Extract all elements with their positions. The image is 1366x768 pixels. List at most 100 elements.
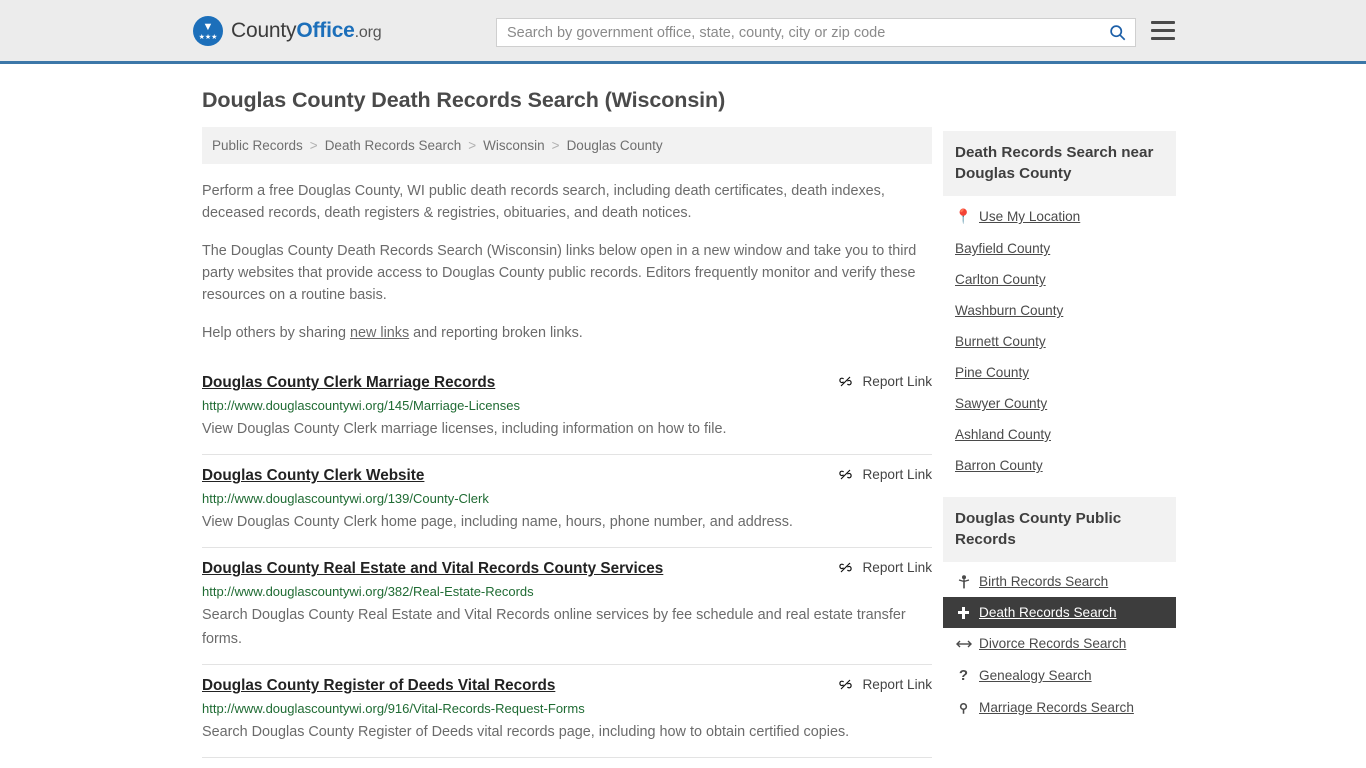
sidebar-item-divorce-records-search[interactable]: Divorce Records Search xyxy=(943,628,1176,659)
sidebar-link[interactable]: Ashland County xyxy=(955,427,1051,442)
sidebar-item-birth-records-search[interactable]: Birth Records Search xyxy=(943,566,1176,597)
logo-text-county: County xyxy=(231,18,297,42)
report-link-label: Report Link xyxy=(862,560,932,575)
sidebar-item-death-records-search[interactable]: Death Records Search xyxy=(943,597,1176,628)
report-link-label: Report Link xyxy=(862,677,932,692)
result-title-link[interactable]: Douglas County Real Estate and Vital Rec… xyxy=(202,560,663,578)
result-description: View Douglas County Clerk home page, inc… xyxy=(202,514,793,530)
sidebar-link[interactable]: Birth Records Search xyxy=(979,574,1108,589)
search-box[interactable] xyxy=(496,18,1136,47)
cross-icon xyxy=(955,606,972,620)
intro-text: Perform a free Douglas County, WI public… xyxy=(202,180,932,344)
new-links-link[interactable]: new links xyxy=(350,325,409,341)
question-mark-icon: ? xyxy=(958,667,969,684)
broken-link-icon xyxy=(838,677,853,692)
sidebar-link[interactable]: Marriage Records Search xyxy=(979,700,1134,715)
public-records-heading: Douglas County Public Records xyxy=(943,497,1176,562)
report-link-button[interactable]: Report Link xyxy=(838,677,932,692)
sidebar-link[interactable]: Divorce Records Search xyxy=(979,636,1126,651)
logo-text-org: .org xyxy=(354,23,382,41)
result-description: Search Douglas County Register of Deeds … xyxy=(202,724,850,740)
report-link-button[interactable]: Report Link xyxy=(838,374,932,389)
result-item: Douglas County Real Estate and Vital Rec… xyxy=(202,547,932,664)
breadcrumb-item-death-records-search[interactable]: Death Records Search xyxy=(325,138,462,153)
result-title-link[interactable]: Douglas County Clerk Website xyxy=(202,467,424,485)
baby-icon xyxy=(955,574,972,589)
result-title-link[interactable]: Douglas County Clerk Marriage Records xyxy=(202,374,495,392)
intro-paragraph-3: Help others by sharing new links and rep… xyxy=(202,322,932,344)
logo-text-office: Office xyxy=(296,18,355,42)
sidebar-link[interactable]: Burnett County xyxy=(955,334,1046,349)
sidebar-item-washburn-county[interactable]: Washburn County xyxy=(943,295,1176,326)
intro-paragraph-1: Perform a free Douglas County, WI public… xyxy=(202,183,885,221)
result-description: View Douglas County Clerk marriage licen… xyxy=(202,421,727,437)
broken-link-icon xyxy=(838,560,853,575)
intro-paragraph-2: The Douglas County Death Records Search … xyxy=(202,243,917,303)
main-column: Public Records > Death Records Search > … xyxy=(202,127,932,768)
sidebar-link[interactable]: Genealogy Search xyxy=(979,668,1092,683)
broken-link-icon xyxy=(838,467,853,482)
search-button[interactable] xyxy=(1099,19,1135,46)
nearby-records-list: 📍 Use My Location Bayfield County Carlto… xyxy=(943,196,1176,481)
breadcrumb-item-douglas-county[interactable]: Douglas County xyxy=(567,138,663,153)
sidebar-link[interactable]: Use My Location xyxy=(979,209,1080,224)
sidebar-link[interactable]: Sawyer County xyxy=(955,396,1047,411)
intro-p3-before: Help others by sharing xyxy=(202,325,350,341)
result-description: Search Douglas County Real Estate and Vi… xyxy=(202,607,906,647)
result-item: Douglas County Clerk Website http://www.… xyxy=(202,454,932,547)
sidebar-link[interactable]: Washburn County xyxy=(955,303,1063,318)
sidebar-link[interactable]: Death Records Search xyxy=(979,605,1117,620)
breadcrumb-separator: > xyxy=(309,138,318,153)
breadcrumb-separator: > xyxy=(551,138,560,153)
eagle-shield-icon: ▼ ★★★ xyxy=(193,15,223,46)
result-title-link[interactable]: Douglas County Register of Deeds Vital R… xyxy=(202,677,555,695)
breadcrumb-item-public-records[interactable]: Public Records xyxy=(212,138,303,153)
sidebar-item-burnett-county[interactable]: Burnett County xyxy=(943,326,1176,357)
nearby-records-heading: Death Records Search near Douglas County xyxy=(943,131,1176,196)
intro-p3-after: and reporting broken links. xyxy=(409,325,583,341)
report-link-label: Report Link xyxy=(862,374,932,389)
result-url[interactable]: http://www.douglascountywi.org/382/Real-… xyxy=(202,584,932,599)
nearby-records-card: Death Records Search near Douglas County… xyxy=(943,131,1176,481)
report-link-button[interactable]: Report Link xyxy=(838,467,932,482)
breadcrumb-item-wisconsin[interactable]: Wisconsin xyxy=(483,138,545,153)
sidebar-item-marriage-records-search[interactable]: ⚲ Marriage Records Search xyxy=(943,692,1176,723)
public-records-card: Douglas County Public Records Birth Reco… xyxy=(943,497,1176,723)
sidebar-item-ashland-county[interactable]: Ashland County xyxy=(943,419,1176,450)
site-logo[interactable]: ▼ ★★★ CountyOffice.org xyxy=(193,15,382,46)
site-header: ▼ ★★★ CountyOffice.org xyxy=(0,0,1366,64)
sidebar-link[interactable]: Carlton County xyxy=(955,272,1046,287)
public-records-list: Birth Records Search Death Records Searc… xyxy=(943,562,1176,723)
gender-symbols-icon: ⚲ xyxy=(959,700,968,715)
report-link-label: Report Link xyxy=(862,467,932,482)
sidebar-link[interactable]: Pine County xyxy=(955,365,1029,380)
sidebar-item-genealogy-search[interactable]: ? Genealogy Search xyxy=(943,659,1176,692)
result-item: Douglas County Register of Deeds Vital R… xyxy=(202,664,932,757)
breadcrumb: Public Records > Death Records Search > … xyxy=(202,127,932,164)
split-arrows-icon xyxy=(955,639,972,649)
sidebar-link[interactable]: Bayfield County xyxy=(955,241,1050,256)
result-url[interactable]: http://www.douglascountywi.org/916/Vital… xyxy=(202,701,932,716)
logo-text: CountyOffice.org xyxy=(231,18,382,43)
search-icon xyxy=(1109,25,1125,41)
location-pin-icon: 📍 xyxy=(954,208,973,224)
sidebar-item-sawyer-county[interactable]: Sawyer County xyxy=(943,388,1176,419)
breadcrumb-separator: > xyxy=(468,138,477,153)
broken-link-icon xyxy=(838,374,853,389)
page-container: Douglas County Death Records Search (Wis… xyxy=(0,88,1366,768)
sidebar-item-carlton-county[interactable]: Carlton County xyxy=(943,264,1176,295)
result-url[interactable]: http://www.douglascountywi.org/139/Count… xyxy=(202,491,932,506)
sidebar-item-barron-county[interactable]: Barron County xyxy=(943,450,1176,481)
content-row: Public Records > Death Records Search > … xyxy=(202,127,1176,768)
sidebar-item-pine-county[interactable]: Pine County xyxy=(943,357,1176,388)
hamburger-menu-icon[interactable] xyxy=(1151,21,1175,40)
result-item: Douglas County Register of Deeds Website… xyxy=(202,757,932,768)
search-input[interactable] xyxy=(497,19,1099,46)
result-url[interactable]: http://www.douglascountywi.org/145/Marri… xyxy=(202,398,932,413)
sidebar: Death Records Search near Douglas County… xyxy=(943,127,1176,768)
sidebar-item-use-my-location[interactable]: 📍 Use My Location xyxy=(943,200,1176,233)
sidebar-item-bayfield-county[interactable]: Bayfield County xyxy=(943,233,1176,264)
sidebar-link[interactable]: Barron County xyxy=(955,458,1043,473)
page-title: Douglas County Death Records Search (Wis… xyxy=(202,88,726,112)
report-link-button[interactable]: Report Link xyxy=(838,560,932,575)
